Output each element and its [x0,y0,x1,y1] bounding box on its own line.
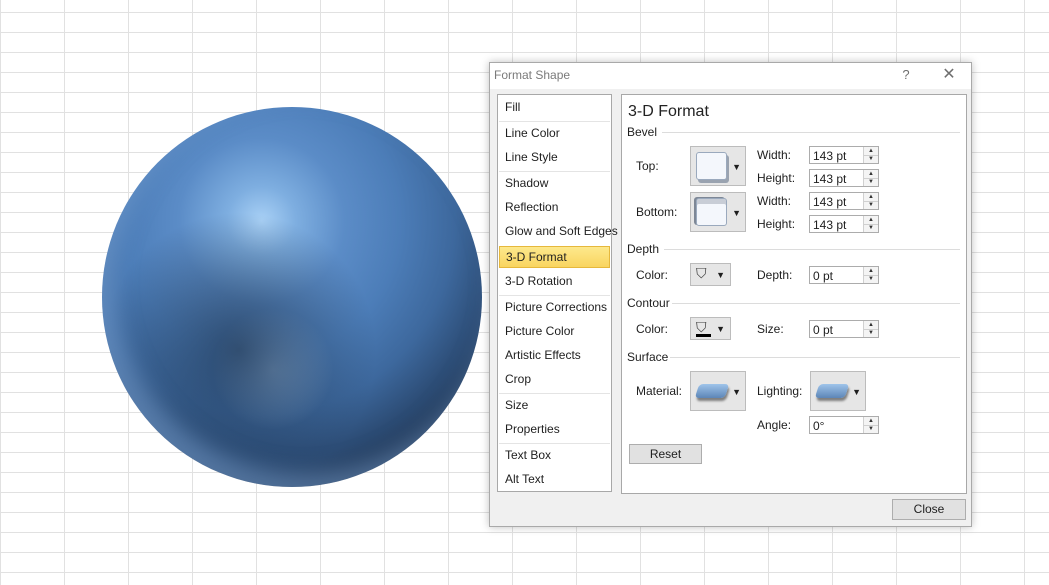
nav-item-line-style[interactable]: Line Style [499,146,610,168]
nav-item-fill[interactable]: Fill [499,96,610,118]
material-label: Material: [636,384,683,398]
nav-item-picture-color[interactable]: Picture Color [499,320,610,342]
close-icon[interactable]: ✕ [940,66,958,84]
section-divider [672,303,960,304]
nav-item-picture-corrections[interactable]: Picture Corrections [499,296,610,318]
category-list: Fill Line Color Line Style Shadow Reflec… [497,94,618,492]
contour-color-label: Color: [636,322,669,336]
surface-section-label: Surface [627,350,669,364]
blue-sphere-shape[interactable] [102,107,482,487]
bevel-top-label: Top: [636,159,659,173]
bevel-top-dropdown[interactable]: ▼ [690,146,746,186]
angle-spinner[interactable]: 0° ▲ ▼ [809,416,879,434]
chevron-down-icon: ▼ [732,162,741,172]
lighting-dropdown[interactable]: ▼ [810,371,866,411]
nav-item-size[interactable]: Size [499,394,610,416]
panel-heading: 3-D Format [628,103,709,120]
spin-down-icon[interactable]: ▼ [864,155,878,163]
chevron-down-icon: ▼ [716,270,725,280]
bevel-bottom-width-value: 143 pt [813,195,847,209]
spin-down-icon[interactable]: ▼ [864,201,878,209]
bevel-bottom-width-spinner[interactable]: 143 pt ▲ ▼ [809,192,879,210]
nav-item-glow-soft-edges[interactable]: Glow and Soft Edges [499,220,618,242]
contour-size-value: 0 pt [813,323,834,337]
bevel-top-height-label: Height: [757,171,796,185]
contour-size-label: Size: [757,322,784,336]
depth-label: Depth: [757,268,793,282]
depth-color-label: Color: [636,268,669,282]
bevel-top-width-label: Width: [757,148,792,162]
bevel-bottom-width-label: Width: [757,194,792,208]
bevel-section-label: Bevel [627,125,658,139]
depth-color-button[interactable]: ⛉ ▼ [690,263,731,286]
nav-item-text-box[interactable]: Text Box [499,444,610,466]
dialog-titlebar[interactable]: Format Shape ? ✕ [490,63,971,89]
format-shape-dialog: Format Shape ? ✕ Fill Line Color Line St… [489,62,972,527]
nav-item-crop[interactable]: Crop [499,368,610,390]
material-preview-icon [694,384,730,398]
spin-down-icon[interactable]: ▼ [864,224,878,232]
nav-item-properties[interactable]: Properties [499,418,610,440]
nav-item-3d-rotation[interactable]: 3-D Rotation [499,270,610,292]
spin-down-icon[interactable]: ▼ [864,425,878,433]
spin-down-icon[interactable]: ▼ [864,275,878,283]
chevron-down-icon: ▼ [732,208,741,218]
depth-value: 0 pt [813,269,834,283]
3d-format-panel: 3-D Format Bevel Top: ▼ Width: 143 pt ▲ … [621,94,967,494]
chevron-down-icon: ▼ [716,324,725,334]
bevel-bottom-label: Bottom: [636,205,678,219]
material-dropdown[interactable]: ▼ [690,371,746,411]
bevel-top-width-spinner[interactable]: 143 pt ▲ ▼ [809,146,879,164]
close-button[interactable]: Close [892,499,966,520]
chevron-down-icon: ▼ [732,387,741,397]
nav-item-artistic-effects[interactable]: Artistic Effects [499,344,610,366]
angle-value: 0° [813,419,825,433]
nav-item-3d-format[interactable]: 3-D Format [499,246,610,268]
reset-button[interactable]: Reset [629,444,702,464]
bevel-bottom-height-spinner[interactable]: 143 pt ▲ ▼ [809,215,879,233]
nav-item-shadow[interactable]: Shadow [499,172,610,194]
contour-color-button[interactable]: ⛉ ▼ [690,317,731,340]
section-divider [662,132,960,133]
section-divider [670,357,960,358]
paint-bucket-icon: ⛉ [696,265,707,281]
chevron-down-icon: ▼ [852,387,861,397]
lighting-label: Lighting: [757,384,803,398]
spin-down-icon[interactable]: ▼ [864,178,878,186]
bevel-top-preview-icon [696,152,727,180]
nav-item-alt-text[interactable]: Alt Text [499,468,610,490]
nav-item-line-color[interactable]: Line Color [499,122,610,144]
bevel-bottom-height-value: 143 pt [813,218,847,232]
color-swatch [696,334,711,337]
contour-size-spinner[interactable]: 0 pt ▲ ▼ [809,320,879,338]
help-icon[interactable]: ? [898,67,914,83]
bevel-bottom-dropdown[interactable]: ▼ [690,192,746,232]
bevel-top-width-value: 143 pt [813,149,847,163]
bevel-top-height-spinner[interactable]: 143 pt ▲ ▼ [809,169,879,187]
section-divider [664,249,960,250]
dialog-title: Format Shape [494,68,571,82]
depth-spinner[interactable]: 0 pt ▲ ▼ [809,266,879,284]
bevel-bottom-preview-icon [696,198,727,226]
spin-down-icon[interactable]: ▼ [864,329,878,337]
lighting-preview-icon [814,384,850,398]
depth-section-label: Depth [627,242,660,256]
bevel-bottom-height-label: Height: [757,217,796,231]
bevel-top-height-value: 143 pt [813,172,847,186]
nav-item-reflection[interactable]: Reflection [499,196,610,218]
angle-label: Angle: [757,418,792,432]
contour-section-label: Contour [627,296,670,310]
